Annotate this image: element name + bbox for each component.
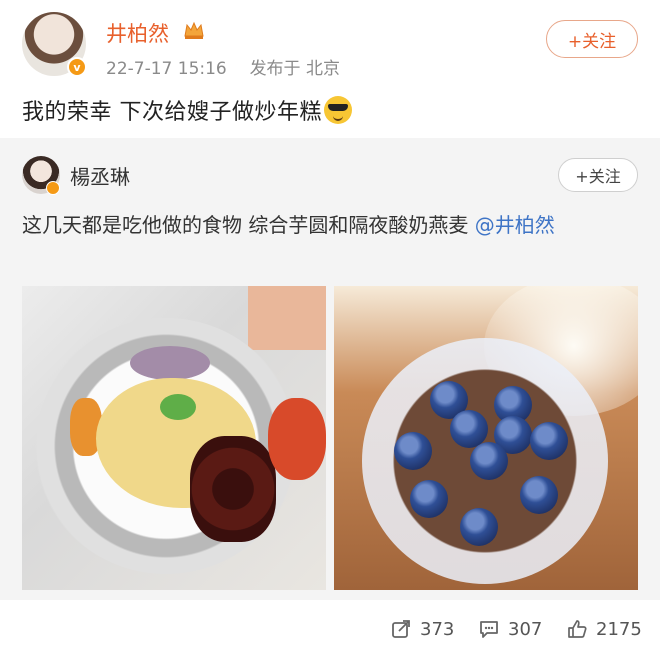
post-timestamp: 22-7-17 15:16 (106, 59, 227, 79)
share-icon (392, 620, 410, 638)
photo-taro (130, 346, 210, 380)
blueberry (520, 476, 558, 514)
post-header: v 井柏然 22-7-17 15:16 发布于 北京 +关注 (0, 0, 660, 92)
author-name[interactable]: 井柏然 (106, 18, 169, 48)
photo-mint-leaf (160, 394, 196, 420)
follow-button[interactable]: +关注 (546, 20, 638, 58)
repost-author-name[interactable]: 楊丞琳 (70, 161, 130, 190)
mention-link[interactable]: @井柏然 (475, 213, 555, 237)
blueberry (394, 432, 432, 470)
comment-icon (480, 621, 498, 638)
repost-verified-badge-icon (46, 181, 60, 195)
blueberry (530, 422, 568, 460)
repost-follow-button[interactable]: +关注 (558, 158, 638, 192)
post-content: 我的荣幸 下次给嫂子做炒年糕 (22, 94, 352, 126)
blueberry (470, 442, 508, 480)
photo-red-beans (190, 436, 276, 542)
post-text: 我的荣幸 下次给嫂子做炒年糕 (22, 100, 322, 125)
photo-fruit-top (248, 286, 326, 350)
blueberry (410, 480, 448, 518)
like-count: 2175 (596, 618, 642, 640)
reposted-card[interactable]: 楊丞琳 +关注 这几天都是吃他做的食物 综合芋圆和隔夜酸奶燕麦 @井柏然 (0, 138, 660, 600)
repost-text-block: 这几天都是吃他做的食物 综合芋圆和隔夜酸奶燕麦 @井柏然 (22, 210, 642, 240)
sunglasses-emoji-icon (324, 96, 352, 124)
thumbs-up-icon (568, 620, 587, 638)
photo-taro-yogurt[interactable] (22, 286, 326, 590)
photo-strawberry (268, 398, 326, 480)
verified-badge-icon: v (67, 57, 87, 77)
repost-action[interactable]: 373 (390, 618, 454, 640)
crown-icon (184, 21, 204, 39)
comment-action[interactable]: 307 (478, 618, 542, 640)
post-location: 发布于 北京 (249, 59, 340, 79)
comment-count: 307 (508, 618, 543, 640)
repost-count: 373 (420, 618, 455, 640)
post-meta: 22-7-17 15:16 发布于 北京 (106, 54, 340, 79)
like-action[interactable]: 2175 (566, 618, 642, 640)
repost-text: 这几天都是吃他做的食物 综合芋圆和隔夜酸奶燕麦 (22, 213, 475, 237)
action-bar: 373 307 2175 (0, 600, 660, 667)
photo-blueberry-oats[interactable] (334, 286, 638, 590)
blueberry (460, 508, 498, 546)
